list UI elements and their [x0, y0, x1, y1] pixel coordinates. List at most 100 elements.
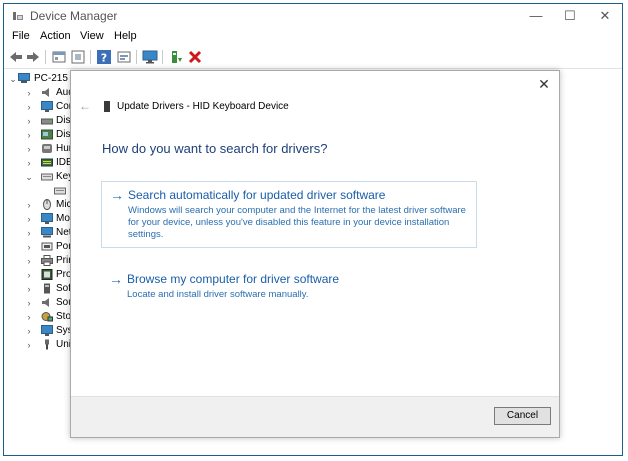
- tree-item[interactable]: › Disl: [4, 114, 74, 128]
- system-icon: [41, 325, 53, 336]
- chevron-right-icon[interactable]: ›: [24, 227, 34, 239]
- scan-hardware-icon[interactable]: [70, 49, 86, 65]
- tree-item-label: Uni: [56, 339, 72, 350]
- monitor-icon: [41, 101, 53, 112]
- storage-icon: [41, 312, 53, 322]
- forward-arrow-icon[interactable]: [25, 49, 41, 65]
- tree-item[interactable]: › Sou: [4, 296, 74, 310]
- help-icon[interactable]: ?: [96, 49, 112, 65]
- chevron-right-icon[interactable]: ›: [24, 199, 34, 211]
- dialog-close-button[interactable]: ✕: [535, 75, 553, 93]
- chevron-right-icon[interactable]: ›: [24, 339, 34, 351]
- menu-action[interactable]: Action: [40, 30, 71, 42]
- update-driver-icon[interactable]: [168, 49, 184, 65]
- back-arrow-icon[interactable]: ←: [79, 99, 91, 113]
- minimize-button[interactable]: —: [519, 4, 553, 28]
- disk-icon: [41, 118, 53, 125]
- printer-icon: [41, 255, 53, 266]
- dialog-title: Update Drivers - HID Keyboard Device: [117, 101, 289, 112]
- update-drivers-dialog: ✕ ← Update Drivers - HID Keyboard Device…: [70, 70, 560, 438]
- chevron-down-icon[interactable]: ⌄: [24, 171, 34, 183]
- tree-item[interactable]: › IDE: [4, 156, 74, 170]
- tree-item[interactable]: › Uni: [4, 338, 74, 352]
- chevron-right-icon[interactable]: ›: [24, 255, 34, 267]
- ide-icon: [41, 158, 53, 167]
- maximize-button[interactable]: ☐: [553, 4, 587, 28]
- tree-item[interactable]: ⌄ Key: [4, 170, 74, 184]
- chevron-right-icon[interactable]: ›: [24, 143, 34, 155]
- toolbar-separator: [162, 50, 163, 64]
- tree-item[interactable]: › Mic: [4, 198, 74, 212]
- tree-item-label: Mo: [56, 213, 70, 224]
- arrow-right-icon: →: [110, 187, 124, 203]
- tree-item[interactable]: › Aud: [4, 86, 74, 100]
- tree-item[interactable]: [4, 184, 74, 198]
- tree-item[interactable]: › Por: [4, 240, 74, 254]
- menu-file[interactable]: File: [12, 30, 30, 42]
- svg-text:?: ?: [101, 52, 107, 65]
- toolbar-separator: [45, 50, 46, 64]
- usb-icon: [45, 339, 49, 350]
- chevron-right-icon[interactable]: ›: [24, 101, 34, 113]
- chevron-down-icon[interactable]: ⌄: [8, 73, 18, 85]
- option-description: Locate and install driver software manua…: [127, 289, 309, 300]
- toolbar-separator: [90, 50, 91, 64]
- chevron-right-icon[interactable]: ›: [24, 311, 34, 323]
- chevron-right-icon[interactable]: ›: [24, 157, 34, 169]
- toolbar-separator: [136, 50, 137, 64]
- view-resources-icon[interactable]: [116, 49, 132, 65]
- tree-item[interactable]: › Sof: [4, 282, 74, 296]
- dialog-footer: Cancel: [71, 396, 559, 437]
- chevron-right-icon[interactable]: ›: [24, 283, 34, 295]
- processor-icon: [41, 269, 53, 280]
- tree-item[interactable]: › Cor: [4, 100, 74, 114]
- tree-item-label: Sto: [56, 311, 72, 322]
- menu-bar: File Action View Help: [4, 28, 622, 46]
- toolbar: ?: [4, 46, 622, 69]
- computer-icon: [18, 73, 30, 83]
- cancel-button[interactable]: Cancel: [494, 407, 551, 425]
- tree-item[interactable]: › Pro: [4, 268, 74, 282]
- dialog-heading: How do you want to search for drivers?: [102, 141, 328, 156]
- tree-item[interactable]: › Disp: [4, 128, 77, 142]
- tree-item[interactable]: › Net: [4, 226, 74, 240]
- chevron-right-icon[interactable]: ›: [24, 297, 34, 309]
- tree-item[interactable]: › Sto: [4, 310, 74, 324]
- search-automatically-option[interactable]: → Search automatically for updated drive…: [101, 181, 477, 248]
- back-arrow-icon[interactable]: [8, 49, 24, 65]
- tree-root[interactable]: ⌄ PC-215: [4, 72, 74, 86]
- port-icon: [41, 242, 53, 251]
- software-icon: [44, 283, 50, 294]
- mouse-icon: [43, 199, 51, 210]
- tree-item[interactable]: › Hun: [4, 142, 75, 156]
- close-button[interactable]: ✕: [588, 4, 622, 28]
- chevron-right-icon[interactable]: ›: [24, 129, 34, 141]
- menu-view[interactable]: View: [80, 30, 104, 42]
- menu-help[interactable]: Help: [114, 30, 137, 42]
- chevron-right-icon[interactable]: ›: [24, 115, 34, 127]
- monitor-icon[interactable]: [142, 49, 158, 65]
- uninstall-icon[interactable]: [187, 49, 203, 65]
- chevron-right-icon[interactable]: ›: [24, 87, 34, 99]
- browse-computer-option[interactable]: → Browse my computer for driver software…: [101, 266, 477, 307]
- device-tree: ⌄ PC-215 › Aud › Cor › Disl › Disp › Hun…: [4, 70, 77, 455]
- speaker-icon: [42, 88, 49, 97]
- option-title: Browse my computer for driver software: [127, 272, 340, 286]
- network-icon: [41, 227, 53, 238]
- sound-icon: [42, 298, 49, 307]
- arrow-right-icon: →: [109, 271, 123, 287]
- chevron-right-icon[interactable]: ›: [24, 269, 34, 281]
- window-title: Device Manager: [30, 9, 118, 23]
- chevron-right-icon[interactable]: ›: [24, 325, 34, 337]
- device-icon: [104, 101, 110, 112]
- hid-icon: [42, 144, 52, 153]
- keyboard-icon: [41, 173, 53, 181]
- tree-item[interactable]: › Mo: [4, 212, 74, 226]
- properties-icon[interactable]: [51, 49, 67, 65]
- chevron-right-icon[interactable]: ›: [24, 241, 34, 253]
- tree-item[interactable]: › Prir: [4, 254, 74, 268]
- tree-item[interactable]: › Syst: [4, 324, 75, 338]
- tree-root-label: PC-215: [34, 73, 68, 84]
- display-adapter-icon: [41, 129, 53, 140]
- chevron-right-icon[interactable]: ›: [24, 213, 34, 225]
